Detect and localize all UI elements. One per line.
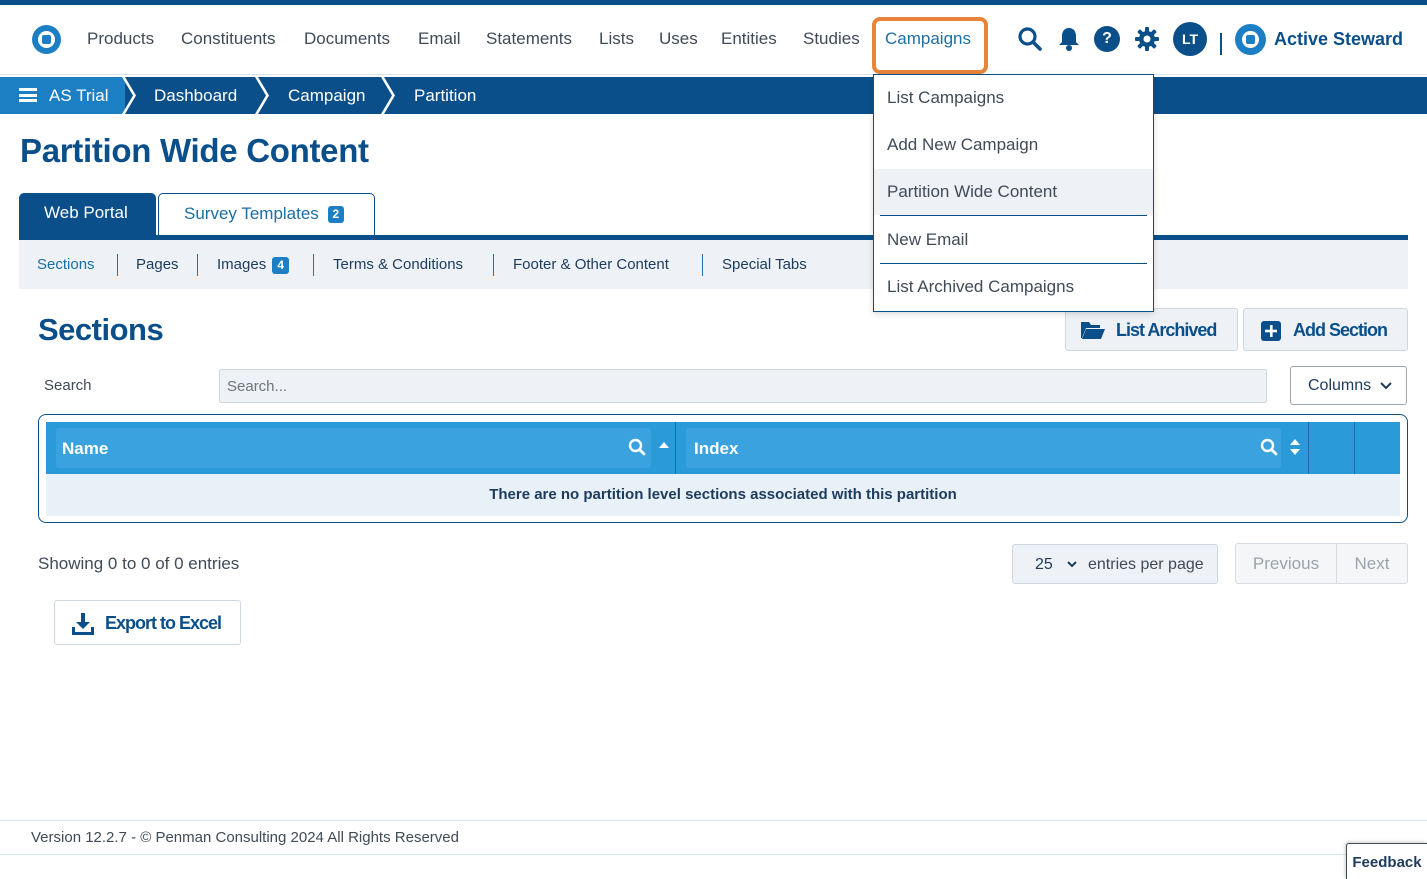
nav-divider [1220, 33, 1222, 55]
next-page-button[interactable]: Next [1337, 543, 1408, 584]
gear-icon[interactable] [1133, 25, 1161, 53]
nav-lists[interactable]: Lists [599, 29, 634, 49]
sections-table: Name Index There are no partition level … [38, 414, 1408, 523]
search-icon[interactable] [628, 438, 646, 461]
subnav-footer-content[interactable]: Footer & Other Content [513, 256, 669, 273]
breadcrumb-campaign[interactable]: Campaign [288, 77, 366, 114]
menu-item-partition-wide-content[interactable]: Partition Wide Content [874, 169, 1153, 215]
campaigns-dropdown-menu: List Campaigns Add New Campaign Partitio… [873, 74, 1154, 312]
subnav-pages[interactable]: Pages [136, 256, 179, 273]
add-section-label: Add Section [1293, 320, 1388, 340]
entries-per-page-select[interactable]: 25 entries per page [1012, 544, 1218, 584]
name-column-filter[interactable] [56, 428, 651, 468]
feedback-button[interactable]: Feedback [1346, 843, 1427, 879]
bell-icon[interactable] [1055, 25, 1083, 53]
nav-documents[interactable]: Documents [304, 29, 390, 49]
nav-statements[interactable]: Statements [486, 29, 572, 49]
nav-email[interactable]: Email [418, 29, 461, 49]
footer-divider [0, 854, 1427, 855]
brand-name: Active Steward [1274, 29, 1404, 49]
list-archived-button[interactable]: List Archived [1065, 308, 1238, 351]
breadcrumb-separator-icon [255, 77, 269, 114]
nav-products[interactable]: Products [87, 29, 154, 49]
subnav-divider [702, 254, 703, 276]
count-badge: 4 [272, 256, 290, 274]
table-header: Name Index [46, 422, 1400, 474]
nav-entities[interactable]: Entities [721, 29, 777, 49]
nav-campaigns[interactable]: Campaigns [885, 29, 971, 49]
add-section-button[interactable]: Add Section [1243, 308, 1408, 351]
user-avatar[interactable]: LT [1173, 22, 1207, 56]
subnav-images-label: Images [217, 256, 267, 273]
subnav-divider [493, 254, 494, 276]
help-icon[interactable]: ? [1093, 25, 1121, 53]
search-icon[interactable] [1016, 25, 1044, 53]
search-input[interactable] [219, 369, 1267, 403]
subnav-divider [197, 254, 198, 276]
subnav-images[interactable]: Images 4 [217, 256, 290, 274]
footer-divider [0, 820, 1427, 821]
home-logo-icon[interactable] [32, 25, 61, 54]
previous-page-button[interactable]: Previous [1235, 543, 1337, 584]
avatar-initials: LT [1173, 22, 1207, 56]
subnav-terms[interactable]: Terms & Conditions [333, 256, 463, 273]
search-label: Search [44, 377, 92, 394]
breadcrumb-separator-icon [381, 77, 395, 114]
sort-icon[interactable] [1289, 438, 1301, 461]
column-header-index[interactable]: Index [694, 439, 738, 459]
tab-label: Web Portal [44, 203, 128, 222]
tab-survey-templates[interactable]: Survey Templates 2 [158, 193, 375, 235]
brand-logo-icon [1235, 24, 1266, 55]
tab-web-portal[interactable]: Web Portal [19, 193, 156, 235]
section-title: Sections [38, 312, 164, 347]
menu-item-add-new-campaign[interactable]: Add New Campaign [874, 122, 1153, 168]
breadcrumb-separator-icon [122, 77, 136, 114]
plus-square-icon [1261, 321, 1281, 346]
breadcrumb: AS Trial Dashboard Campaign Partition [0, 77, 1427, 114]
tab-label: Survey Templates [184, 204, 319, 223]
column-divider [675, 422, 676, 474]
nav-studies[interactable]: Studies [803, 29, 860, 49]
footer-copyright: Version 12.2.7 - © Penman Consulting 202… [31, 829, 459, 846]
sort-ascending-icon[interactable] [658, 437, 670, 455]
entries-info: Showing 0 to 0 of 0 entries [38, 554, 240, 573]
chevron-down-icon [1066, 557, 1078, 575]
count-badge: 2 [327, 206, 345, 224]
breadcrumb-label: AS Trial [49, 86, 109, 105]
per-page-value: 25 [1035, 556, 1053, 573]
index-column-filter[interactable] [686, 428, 1281, 468]
top-navbar: Products Constituents Documents Email St… [0, 5, 1427, 75]
breadcrumb-partition[interactable]: Partition [414, 77, 476, 114]
subnav-divider [313, 254, 314, 276]
search-icon[interactable] [1260, 438, 1278, 461]
column-header-name[interactable]: Name [62, 439, 108, 459]
breadcrumb-dashboard[interactable]: Dashboard [154, 77, 237, 114]
columns-dropdown[interactable]: Columns [1290, 366, 1407, 405]
folder-open-icon [1080, 320, 1106, 345]
chevron-down-icon [1379, 379, 1393, 397]
breadcrumb-as-trial[interactable]: AS Trial [0, 77, 125, 114]
column-divider [1354, 422, 1355, 474]
empty-table-message: There are no partition level sections as… [46, 474, 1400, 516]
menu-item-list-campaigns[interactable]: List Campaigns [874, 75, 1153, 121]
columns-label: Columns [1308, 377, 1372, 394]
menu-item-list-archived-campaigns[interactable]: List Archived Campaigns [874, 264, 1153, 310]
subnav-divider [117, 254, 118, 276]
subnav-special-tabs[interactable]: Special Tabs [722, 256, 807, 273]
export-to-excel-button[interactable]: Export to Excel [54, 600, 241, 645]
page-title: Partition Wide Content [20, 132, 369, 169]
export-label: Export to Excel [105, 613, 222, 633]
hamburger-menu-icon[interactable] [19, 88, 37, 102]
list-archived-label: List Archived [1116, 320, 1217, 340]
subnav-sections[interactable]: Sections [37, 256, 95, 273]
nav-uses[interactable]: Uses [659, 29, 698, 49]
column-divider [1308, 422, 1309, 474]
download-icon [71, 612, 95, 641]
menu-divider [880, 215, 1147, 216]
per-page-label: entries per page [1088, 556, 1204, 573]
menu-item-new-email[interactable]: New Email [874, 217, 1153, 263]
subnav: Sections Pages Images 4 Terms & Conditio… [19, 240, 1408, 289]
nav-constituents[interactable]: Constituents [181, 29, 276, 49]
